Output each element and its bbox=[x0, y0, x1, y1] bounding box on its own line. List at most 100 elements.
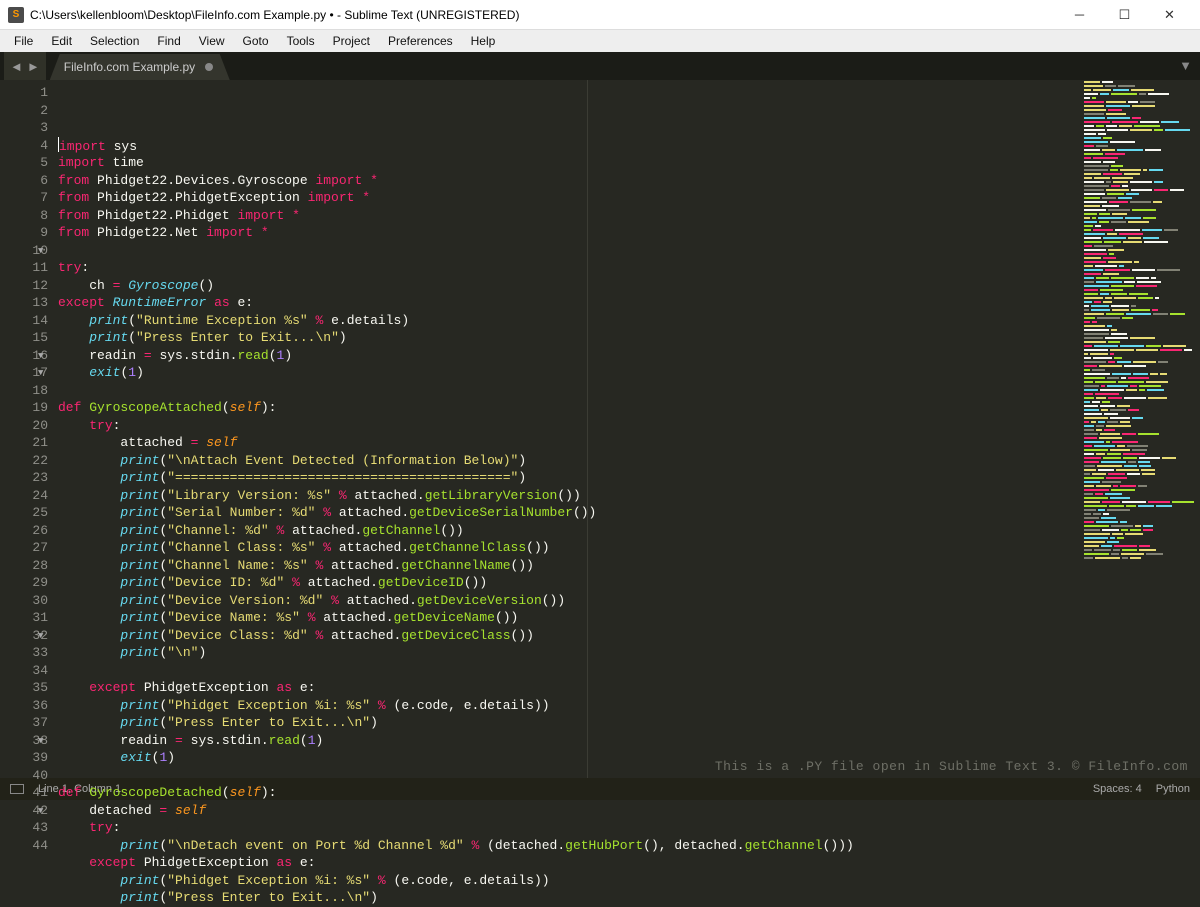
code-line[interactable]: import time bbox=[58, 154, 1080, 172]
code-view[interactable]: import sysimport timefrom Phidget22.Devi… bbox=[52, 80, 1080, 778]
line-number: 44 bbox=[0, 837, 48, 855]
code-line[interactable]: detached = self bbox=[58, 802, 1080, 820]
status-syntax[interactable]: Python bbox=[1156, 783, 1190, 795]
line-number: 22 bbox=[0, 452, 48, 470]
app-icon: S bbox=[8, 7, 24, 23]
menu-item-view[interactable]: View bbox=[191, 32, 233, 50]
fold-icon[interactable]: ▼ bbox=[38, 243, 43, 261]
menu-item-tools[interactable]: Tools bbox=[279, 32, 323, 50]
status-spaces[interactable]: Spaces: 4 bbox=[1093, 783, 1142, 795]
code-line[interactable]: def GyroscopeAttached(self): bbox=[58, 399, 1080, 417]
line-number: 38▼ bbox=[0, 732, 48, 750]
menu-item-edit[interactable]: Edit bbox=[43, 32, 80, 50]
line-number: 6 bbox=[0, 172, 48, 190]
line-number: 14 bbox=[0, 312, 48, 330]
line-number: 34 bbox=[0, 662, 48, 680]
code-line[interactable]: from Phidget22.Devices.Gyroscope import … bbox=[58, 172, 1080, 190]
line-number: 20 bbox=[0, 417, 48, 435]
code-line[interactable]: except RuntimeError as e: bbox=[58, 294, 1080, 312]
code-line[interactable]: print("Device Class: %d" % attached.getD… bbox=[58, 627, 1080, 645]
fold-icon[interactable]: ▼ bbox=[38, 733, 43, 751]
minimize-button[interactable]: ─ bbox=[1057, 0, 1102, 30]
code-line[interactable]: print("\n") bbox=[58, 644, 1080, 662]
code-line[interactable]: def GyroscopeDetached(self): bbox=[58, 784, 1080, 802]
code-line[interactable]: except PhidgetException as e: bbox=[58, 854, 1080, 872]
ruler-line bbox=[587, 80, 588, 778]
line-number: 27 bbox=[0, 539, 48, 557]
code-line[interactable] bbox=[58, 242, 1080, 260]
arrow-right-icon[interactable]: ► bbox=[27, 59, 40, 74]
code-line[interactable]: print("Device Name: %s" % attached.getDe… bbox=[58, 609, 1080, 627]
code-line[interactable]: print("\nAttach Event Detected (Informat… bbox=[58, 452, 1080, 470]
code-line[interactable]: try: bbox=[58, 417, 1080, 435]
menu-item-project[interactable]: Project bbox=[325, 32, 378, 50]
code-line[interactable]: print("Press Enter to Exit...\n") bbox=[58, 329, 1080, 347]
code-line[interactable]: print("Runtime Exception %s" % e.details… bbox=[58, 312, 1080, 330]
code-line[interactable] bbox=[58, 382, 1080, 400]
line-number: 39 bbox=[0, 749, 48, 767]
watermark-text: This is a .PY file open in Sublime Text … bbox=[715, 759, 1188, 774]
line-number: 9 bbox=[0, 224, 48, 242]
tab-bar: ◄ ► FileInfo.com Example.py ▼ bbox=[0, 52, 1200, 80]
code-line[interactable]: except PhidgetException as e: bbox=[58, 679, 1080, 697]
code-line[interactable]: print("\nDetach event on Port %d Channel… bbox=[58, 837, 1080, 855]
tabs-dropdown-icon[interactable]: ▼ bbox=[1179, 58, 1192, 73]
line-number: 17▼ bbox=[0, 364, 48, 382]
close-button[interactable]: ✕ bbox=[1147, 0, 1192, 30]
code-line[interactable]: print("Phidget Exception %i: %s" % (e.co… bbox=[58, 697, 1080, 715]
line-number: 29 bbox=[0, 574, 48, 592]
line-number: 32▼ bbox=[0, 627, 48, 645]
code-line[interactable]: try: bbox=[58, 819, 1080, 837]
line-number: 21 bbox=[0, 434, 48, 452]
code-line[interactable]: print("Library Version: %s" % attached.g… bbox=[58, 487, 1080, 505]
line-number: 1 bbox=[0, 84, 48, 102]
code-line[interactable]: exit(1) bbox=[58, 364, 1080, 382]
line-number: 12 bbox=[0, 277, 48, 295]
code-line[interactable]: from Phidget22.Phidget import * bbox=[58, 207, 1080, 225]
menu-item-selection[interactable]: Selection bbox=[82, 32, 147, 50]
code-line[interactable]: print("Press Enter to Exit...\n") bbox=[58, 714, 1080, 732]
menu-item-help[interactable]: Help bbox=[463, 32, 504, 50]
tab-label: FileInfo.com Example.py bbox=[64, 60, 195, 74]
code-line[interactable]: print("Press Enter to Exit...\n") bbox=[58, 889, 1080, 907]
code-line[interactable]: print("Channel Name: %s" % attached.getC… bbox=[58, 557, 1080, 575]
line-number: 36 bbox=[0, 697, 48, 715]
code-line[interactable]: ch = Gyroscope() bbox=[58, 277, 1080, 295]
code-line[interactable]: import sys bbox=[58, 137, 1080, 155]
code-line[interactable]: readin = sys.stdin.read(1) bbox=[58, 732, 1080, 750]
line-number: 26 bbox=[0, 522, 48, 540]
line-number: 16▼ bbox=[0, 347, 48, 365]
line-number: 11 bbox=[0, 259, 48, 277]
line-number: 30 bbox=[0, 592, 48, 610]
menu-item-goto[interactable]: Goto bbox=[235, 32, 277, 50]
maximize-button[interactable]: ☐ bbox=[1102, 0, 1147, 30]
line-number: 19 bbox=[0, 399, 48, 417]
code-line[interactable]: try: bbox=[58, 259, 1080, 277]
code-line[interactable]: print("Device Version: %d" % attached.ge… bbox=[58, 592, 1080, 610]
menu-item-find[interactable]: Find bbox=[149, 32, 188, 50]
line-number: 7 bbox=[0, 189, 48, 207]
arrow-left-icon[interactable]: ◄ bbox=[10, 59, 23, 74]
line-number: 23 bbox=[0, 469, 48, 487]
code-line[interactable]: readin = sys.stdin.read(1) bbox=[58, 347, 1080, 365]
tab-active[interactable]: FileInfo.com Example.py bbox=[50, 54, 230, 80]
minimap[interactable] bbox=[1080, 80, 1200, 778]
code-line[interactable]: from Phidget22.PhidgetException import * bbox=[58, 189, 1080, 207]
menu-item-file[interactable]: File bbox=[6, 32, 41, 50]
code-line[interactable]: print("Channel: %d" % attached.getChanne… bbox=[58, 522, 1080, 540]
line-number: 4 bbox=[0, 137, 48, 155]
code-line[interactable]: print("Phidget Exception %i: %s" % (e.co… bbox=[58, 872, 1080, 890]
code-line[interactable]: print("Device ID: %d" % attached.getDevi… bbox=[58, 574, 1080, 592]
fold-icon[interactable]: ▼ bbox=[38, 628, 43, 646]
fold-icon[interactable]: ▼ bbox=[38, 348, 43, 366]
fold-icon[interactable]: ▼ bbox=[38, 803, 43, 821]
menu-item-preferences[interactable]: Preferences bbox=[380, 32, 461, 50]
code-line[interactable]: attached = self bbox=[58, 434, 1080, 452]
code-line[interactable]: print("Serial Number: %d" % attached.get… bbox=[58, 504, 1080, 522]
code-line[interactable] bbox=[58, 662, 1080, 680]
fold-icon[interactable]: ▼ bbox=[38, 365, 43, 383]
code-line[interactable]: from Phidget22.Net import * bbox=[58, 224, 1080, 242]
code-line[interactable]: print("=================================… bbox=[58, 469, 1080, 487]
tab-nav-arrows[interactable]: ◄ ► bbox=[4, 52, 46, 80]
code-line[interactable]: print("Channel Class: %s" % attached.get… bbox=[58, 539, 1080, 557]
